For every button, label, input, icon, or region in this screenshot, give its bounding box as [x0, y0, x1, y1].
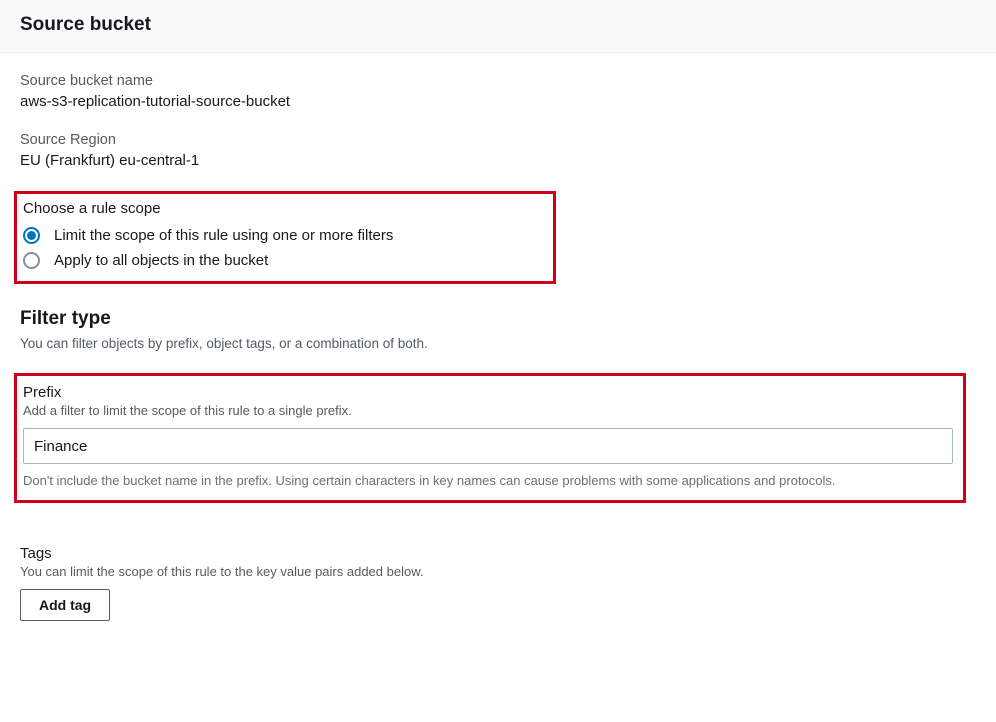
filter-type-heading: Filter type	[20, 308, 976, 330]
prefix-label: Prefix	[23, 384, 953, 401]
radio-scope-filters-label: Limit the scope of this rule using one o…	[54, 227, 393, 244]
prefix-input[interactable]	[23, 428, 953, 464]
add-tag-button[interactable]: Add tag	[20, 589, 110, 621]
radio-icon	[23, 227, 40, 244]
source-region-label: Source Region	[20, 132, 976, 148]
rule-scope-highlight: Choose a rule scope Limit the scope of t…	[14, 191, 556, 284]
filter-type-desc: You can filter objects by prefix, object…	[20, 336, 976, 351]
source-region-value: EU (Frankfurt) eu-central-1	[20, 152, 976, 169]
source-bucket-name-label: Source bucket name	[20, 73, 976, 89]
prefix-desc: Add a filter to limit the scope of this …	[23, 403, 953, 418]
panel-title: Source bucket	[20, 14, 976, 36]
source-bucket-name-value: aws-s3-replication-tutorial-source-bucke…	[20, 93, 976, 110]
prefix-highlight: Prefix Add a filter to limit the scope o…	[14, 373, 966, 503]
radio-scope-all-label: Apply to all objects in the bucket	[54, 252, 268, 269]
radio-scope-all[interactable]: Apply to all objects in the bucket	[23, 248, 547, 273]
source-region-block: Source Region EU (Frankfurt) eu-central-…	[20, 132, 976, 169]
source-bucket-name-block: Source bucket name aws-s3-replication-tu…	[20, 73, 976, 110]
tags-desc: You can limit the scope of this rule to …	[20, 564, 976, 579]
radio-icon	[23, 252, 40, 269]
rule-scope-title: Choose a rule scope	[23, 200, 547, 217]
tags-block: Tags You can limit the scope of this rul…	[0, 511, 996, 629]
panel-body: Source bucket name aws-s3-replication-tu…	[0, 53, 996, 511]
panel-header: Source bucket	[0, 0, 996, 53]
tags-label: Tags	[20, 545, 976, 562]
prefix-hint: Don't include the bucket name in the pre…	[23, 472, 953, 490]
radio-scope-filters[interactable]: Limit the scope of this rule using one o…	[23, 223, 547, 248]
